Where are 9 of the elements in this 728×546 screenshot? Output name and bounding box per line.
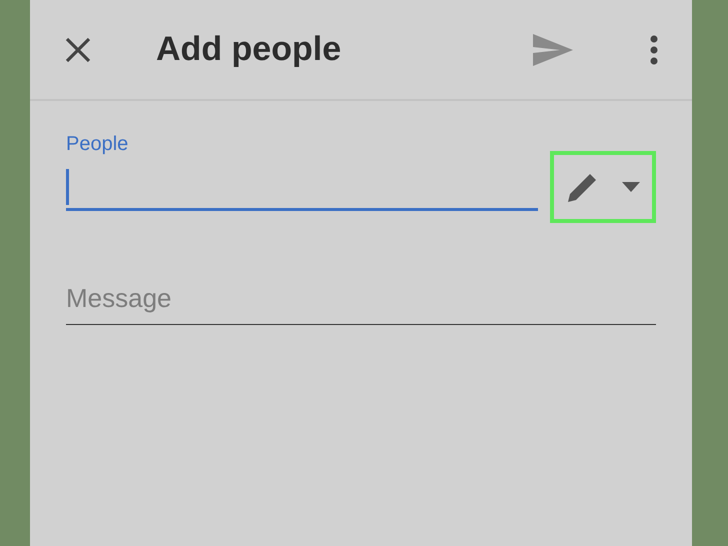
dialog-title: Add people bbox=[156, 30, 342, 69]
caret-icon bbox=[622, 182, 640, 192]
more-options-icon[interactable] bbox=[650, 34, 658, 64]
text-cursor bbox=[66, 169, 69, 205]
message-input-field[interactable]: Message bbox=[66, 277, 656, 325]
edit-permission-button[interactable] bbox=[550, 151, 656, 223]
people-input-field[interactable] bbox=[66, 166, 538, 211]
people-label: People bbox=[66, 133, 130, 156]
close-icon[interactable] bbox=[64, 36, 92, 64]
